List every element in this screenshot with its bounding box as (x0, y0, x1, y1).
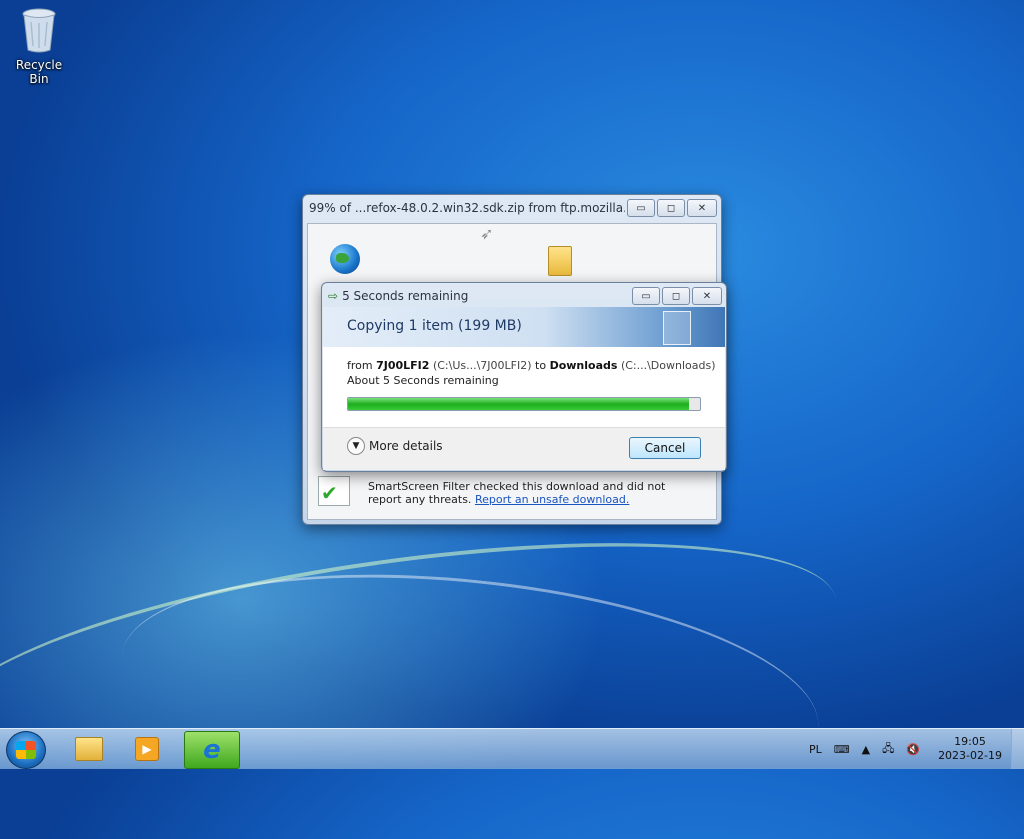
internet-explorer-icon: e (203, 735, 221, 765)
download-window-titlebar[interactable]: 99% of ...refox-48.0.2.win32.sdk.zip fro… (303, 195, 721, 221)
show-desktop-button[interactable] (1011, 729, 1024, 769)
recycle-bin-icon (19, 6, 59, 54)
system-tray: PL ⌨ ▲ 🖧 🔇 19:05 2023-02-19 (803, 729, 1024, 769)
copy-progress-dialog[interactable]: ⇨ 5 Seconds remaining ▭ ◻ ✕ Copying 1 it… (321, 282, 727, 472)
show-hidden-icons-icon[interactable]: ▲ (862, 743, 870, 756)
windows-logo-icon (16, 741, 36, 759)
download-window-title: 99% of ...refox-48.0.2.win32.sdk.zip fro… (309, 201, 625, 215)
taskbar: ▶ e PL ⌨ ▲ 🖧 🔇 19:05 2023-02-19 (0, 728, 1024, 769)
destination-folder-name[interactable]: Downloads (550, 359, 618, 372)
destination-path: (C:...\Downloads) (620, 359, 716, 372)
minimize-button[interactable]: ▭ (627, 199, 655, 217)
clock-date: 2023-02-19 (938, 749, 1002, 762)
transfer-animation-icon: ➶ (480, 224, 494, 243)
taskbar-media-player[interactable]: ▶ (120, 731, 174, 767)
minimize-button[interactable]: ▭ (632, 287, 660, 305)
source-folder-name[interactable]: 7J00LFI2 (376, 359, 429, 372)
recycle-bin-shortcut[interactable]: Recycle Bin (6, 6, 72, 86)
chevron-down-icon: ▼ (347, 437, 365, 455)
more-details-label: More details (369, 439, 443, 453)
folder-icon (75, 737, 103, 761)
time-remaining-text: About 5 Seconds remaining (347, 374, 499, 387)
source-destination-line: from 7J00LFI2 (C:\Us...\7J00LFI2) to Dow… (347, 359, 716, 372)
copy-progress-bar (347, 397, 701, 411)
media-player-icon: ▶ (135, 737, 159, 761)
source-path: (C:\Us...\7J00LFI2) (432, 359, 532, 372)
copy-dialog-footer: ▼ More details Cancel (323, 427, 725, 470)
maximize-button[interactable]: ◻ (657, 199, 685, 217)
start-button[interactable] (6, 731, 46, 769)
globe-icon (330, 244, 360, 274)
smartscreen-check-icon: ✔ (318, 476, 350, 506)
taskbar-internet-explorer[interactable]: e (184, 731, 240, 769)
wallpaper-swoosh (0, 498, 850, 826)
from-label: from (347, 359, 373, 372)
taskbar-explorer[interactable] (62, 731, 116, 767)
smartscreen-message: SmartScreen Filter checked this download… (368, 480, 688, 506)
clock-time: 19:05 (954, 735, 986, 748)
document-art-icon (663, 311, 691, 345)
copy-icon: ⇨ (328, 289, 339, 303)
language-indicator[interactable]: PL (809, 743, 822, 756)
copy-dialog-titlebar[interactable]: ⇨ 5 Seconds remaining ▭ ◻ ✕ (322, 283, 726, 309)
copy-header-banner: Copying 1 item (199 MB) (323, 307, 725, 347)
report-unsafe-link[interactable]: Report an unsafe download. (475, 493, 629, 506)
cancel-button[interactable]: Cancel (629, 437, 701, 459)
copy-dialog-title: 5 Seconds remaining (342, 289, 469, 303)
clock[interactable]: 19:05 2023-02-19 (938, 735, 1002, 763)
more-details-toggle[interactable]: ▼ More details (347, 437, 443, 455)
network-icon[interactable]: 🖧 (882, 740, 894, 759)
wallpaper-swoosh (110, 544, 830, 839)
keyboard-icon[interactable]: ⌨ (834, 743, 850, 756)
recycle-bin-label: Recycle Bin (15, 58, 63, 86)
to-label: to (535, 359, 547, 372)
volume-muted-icon[interactable]: 🔇 (906, 743, 920, 756)
close-button[interactable]: ✕ (692, 287, 722, 305)
folder-icon (548, 246, 572, 276)
copy-heading: Copying 1 item (199 MB) (347, 318, 522, 334)
copy-progress-fill (348, 398, 690, 410)
close-button[interactable]: ✕ (687, 199, 717, 217)
maximize-button[interactable]: ◻ (662, 287, 690, 305)
copy-details: from 7J00LFI2 (C:\Us...\7J00LFI2) to Dow… (323, 347, 725, 427)
